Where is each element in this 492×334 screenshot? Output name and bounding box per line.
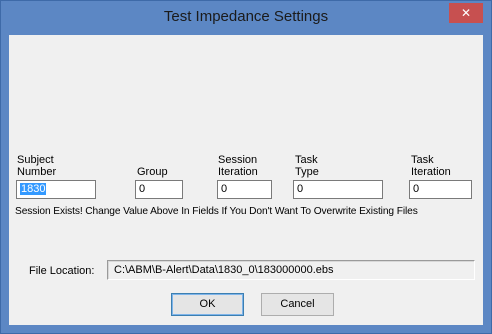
file-location-label: File Location: [29, 265, 95, 277]
close-icon[interactable]: ✕ [449, 3, 483, 23]
task-iteration-label-line1: Task [411, 154, 434, 166]
session-iteration-label-line2: Iteration [218, 166, 258, 178]
ok-button[interactable]: OK [171, 293, 244, 316]
session-iteration-label-line1: Session [218, 154, 258, 166]
subject-number-field[interactable]: 1830 [16, 180, 96, 199]
group-field[interactable]: 0 [135, 180, 183, 199]
dialog-body: Subject Number 1830 Group 0 Session Iter… [9, 35, 483, 325]
dialog-window: Test Impedance Settings ✕ Subject Number… [0, 0, 492, 334]
title-bar[interactable]: Test Impedance Settings ✕ [1, 1, 491, 35]
task-type-label-line1: Task [295, 154, 318, 166]
session-iteration-field[interactable]: 0 [217, 180, 272, 199]
task-type-label-line2: Type [295, 166, 319, 178]
task-iteration-field[interactable]: 0 [409, 180, 472, 199]
cancel-button[interactable]: Cancel [261, 293, 334, 316]
file-location-field: C:\ABM\B-Alert\Data\1830_0\183000000.ebs [107, 260, 475, 280]
task-iteration-label-line2: Iteration [411, 166, 451, 178]
session-exists-warning: Session Exists! Change Value Above In Fi… [15, 206, 418, 217]
window-title: Test Impedance Settings [163, 8, 329, 25]
subject-number-value: 1830 [20, 183, 47, 195]
subject-number-label-line2: Number [17, 166, 57, 178]
task-type-field[interactable]: 0 [293, 180, 383, 199]
group-label: Group [137, 166, 168, 178]
subject-number-label-line1: Subject [17, 154, 54, 166]
